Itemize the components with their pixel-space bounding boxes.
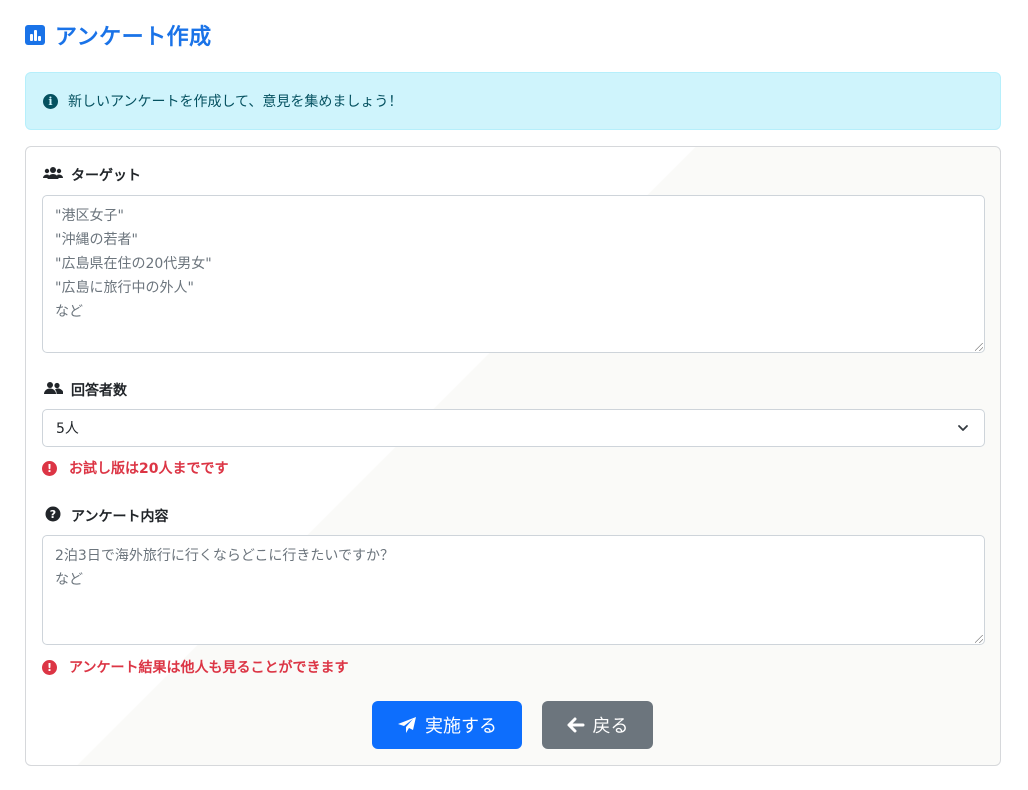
chevron-down-icon (958, 425, 968, 431)
respondents-error-text: お試し版は20人までです (69, 461, 229, 477)
page: アンケート作成 i 新しいアンケートを作成して、意見を集めましょう！ ターゲット… (0, 0, 1028, 790)
exclamation-circle-icon: ! (42, 659, 57, 675)
content-label-text: アンケート内容 (71, 509, 169, 525)
target-textarea[interactable]: "港区女子" "沖縄の若者" "広島県在住の20代男女" "広島に旅行中の外人"… (42, 195, 985, 353)
content-error-text: アンケート結果は他人も見ることができます (69, 660, 349, 676)
page-header: アンケート作成 (25, 20, 212, 50)
back-button-label: 戻る (592, 716, 629, 737)
respondents-select[interactable]: 5人 (42, 409, 985, 447)
survey-form-card: ターゲット "港区女子" "沖縄の若者" "広島県在住の20代男女" "広島に旅… (25, 146, 1001, 766)
respondents-select-value: 5人 (56, 421, 79, 437)
respondents-error: ! お試し版は20人までです (42, 458, 228, 478)
respondents-label-text: 回答者数 (71, 383, 127, 399)
exclamation-circle-icon: ! (42, 460, 57, 476)
question-circle-icon: ? (43, 506, 63, 526)
bar-chart-icon (25, 25, 45, 45)
respondents-label: 回答者数 (43, 380, 127, 400)
content-textarea[interactable]: 2泊3日で海外旅行に行くならどこに行きたいですか？ など (42, 535, 985, 645)
arrow-left-icon (567, 717, 584, 733)
target-label-text: ターゲット (71, 168, 141, 184)
target-label: ターゲット (43, 165, 141, 185)
svg-text:?: ? (50, 508, 56, 521)
info-icon: i (43, 93, 58, 109)
page-title: アンケート作成 (55, 25, 212, 50)
content-label: ? アンケート内容 (43, 506, 168, 526)
back-button[interactable]: 戻る (542, 701, 653, 749)
user-friends-icon (43, 381, 64, 399)
paper-plane-icon (398, 717, 416, 733)
alert-text: 新しいアンケートを作成して、意見を集めましょう！ (68, 94, 403, 110)
content-error: ! アンケート結果は他人も見ることができます (42, 657, 348, 677)
submit-button[interactable]: 実施する (372, 701, 522, 749)
users-icon (43, 166, 63, 184)
submit-button-label: 実施する (425, 716, 497, 737)
info-alert: i 新しいアンケートを作成して、意見を集めましょう！ (25, 72, 1001, 130)
